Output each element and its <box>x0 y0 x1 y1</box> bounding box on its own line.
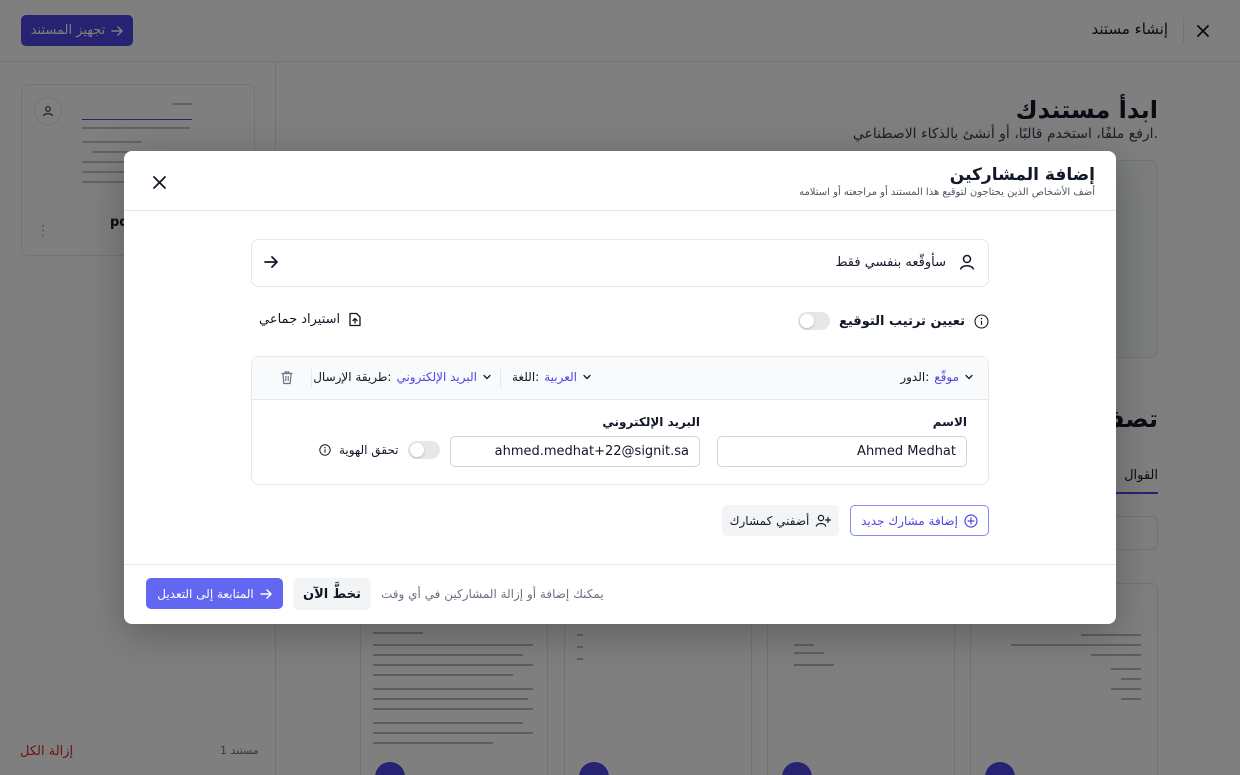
continue-button[interactable]: المتابعة إلى التعديل <box>146 578 283 609</box>
arrow-right-icon <box>260 588 272 599</box>
bulk-import-button[interactable]: استيراد جماعي <box>259 312 362 327</box>
email-label: البريد الإلكتروني <box>602 415 700 429</box>
name-field[interactable]: Ahmed Medhat <box>717 436 967 467</box>
participant-card: الدور: موقّع اللغة: العربية طريقة الإرسا… <box>251 356 989 485</box>
close-icon[interactable] <box>148 171 170 193</box>
email-field[interactable]: ahmed.medhat+22@signit.sa <box>450 436 700 467</box>
trash-icon[interactable] <box>280 370 294 385</box>
delivery-select[interactable]: طريقة الإرسال: البريد الإلكتروني <box>313 370 492 384</box>
chevron-down-icon <box>483 374 491 380</box>
add-participant-label: إضافة مشارك جديد <box>861 513 958 528</box>
user-plus-icon <box>815 514 832 527</box>
arrow-right-icon <box>263 254 279 270</box>
footer-note: يمكنك إضافة أو إزالة المشاركين في أي وقت <box>381 587 604 601</box>
language-value: العربية <box>544 370 577 384</box>
signing-order-toggle[interactable] <box>798 312 830 330</box>
self-sign-option[interactable]: سأوقّعه بنفسي فقط <box>251 239 989 287</box>
divider <box>311 369 312 388</box>
role-select[interactable]: الدور: موقّع <box>900 370 974 384</box>
add-me-button[interactable]: أضفني كمشارك <box>722 505 839 536</box>
bulk-import-label: استيراد جماعي <box>259 312 341 327</box>
delivery-value: البريد الإلكتروني <box>396 370 477 384</box>
delivery-label: طريقة الإرسال: <box>313 370 392 384</box>
skip-button[interactable]: تخطَّ الآن <box>293 578 371 610</box>
signing-order-row: تعيين ترتيب التوقيع <box>798 312 989 330</box>
add-participant-button[interactable]: إضافة مشارك جديد <box>850 505 989 536</box>
modal-header: إضافة المشاركين أضف الأشخاص الذين يحتاجو… <box>124 151 1116 211</box>
user-icon <box>958 253 976 271</box>
chevron-down-icon <box>583 374 591 380</box>
verify-identity-row: تحقق الهوية <box>319 441 441 459</box>
signing-order-label: تعيين ترتيب التوقيع <box>839 313 965 329</box>
modal-footer: يمكنك إضافة أو إزالة المشاركين في أي وقت… <box>124 564 1116 624</box>
info-icon[interactable] <box>974 313 989 329</box>
name-label: الاسم <box>932 415 967 429</box>
language-select[interactable]: اللغة: العربية <box>512 370 592 384</box>
modal-subtitle: أضف الأشخاص الذين يحتاجون لتوقيع هذا الم… <box>799 187 1095 198</box>
verify-identity-toggle[interactable] <box>408 441 441 459</box>
chevron-down-icon <box>965 374 973 380</box>
role-value: موقّع <box>934 370 959 384</box>
modal-title: إضافة المشاركين <box>949 165 1095 185</box>
language-label: اللغة: <box>511 370 540 384</box>
continue-label: المتابعة إلى التعديل <box>157 586 254 601</box>
add-me-label: أضفني كمشارك <box>729 513 810 528</box>
file-import-icon <box>349 312 361 327</box>
add-participants-modal: إضافة المشاركين أضف الأشخاص الذين يحتاجو… <box>124 151 1116 624</box>
self-sign-label: سأوقّعه بنفسي فقط <box>835 255 946 270</box>
info-icon[interactable] <box>319 444 331 456</box>
role-label: الدور: <box>900 370 930 384</box>
participant-toolbar: الدور: موقّع اللغة: العربية طريقة الإرسا… <box>252 357 988 400</box>
plus-circle-icon <box>964 513 978 528</box>
divider <box>500 369 501 388</box>
verify-identity-label: تحقق الهوية <box>339 443 399 457</box>
